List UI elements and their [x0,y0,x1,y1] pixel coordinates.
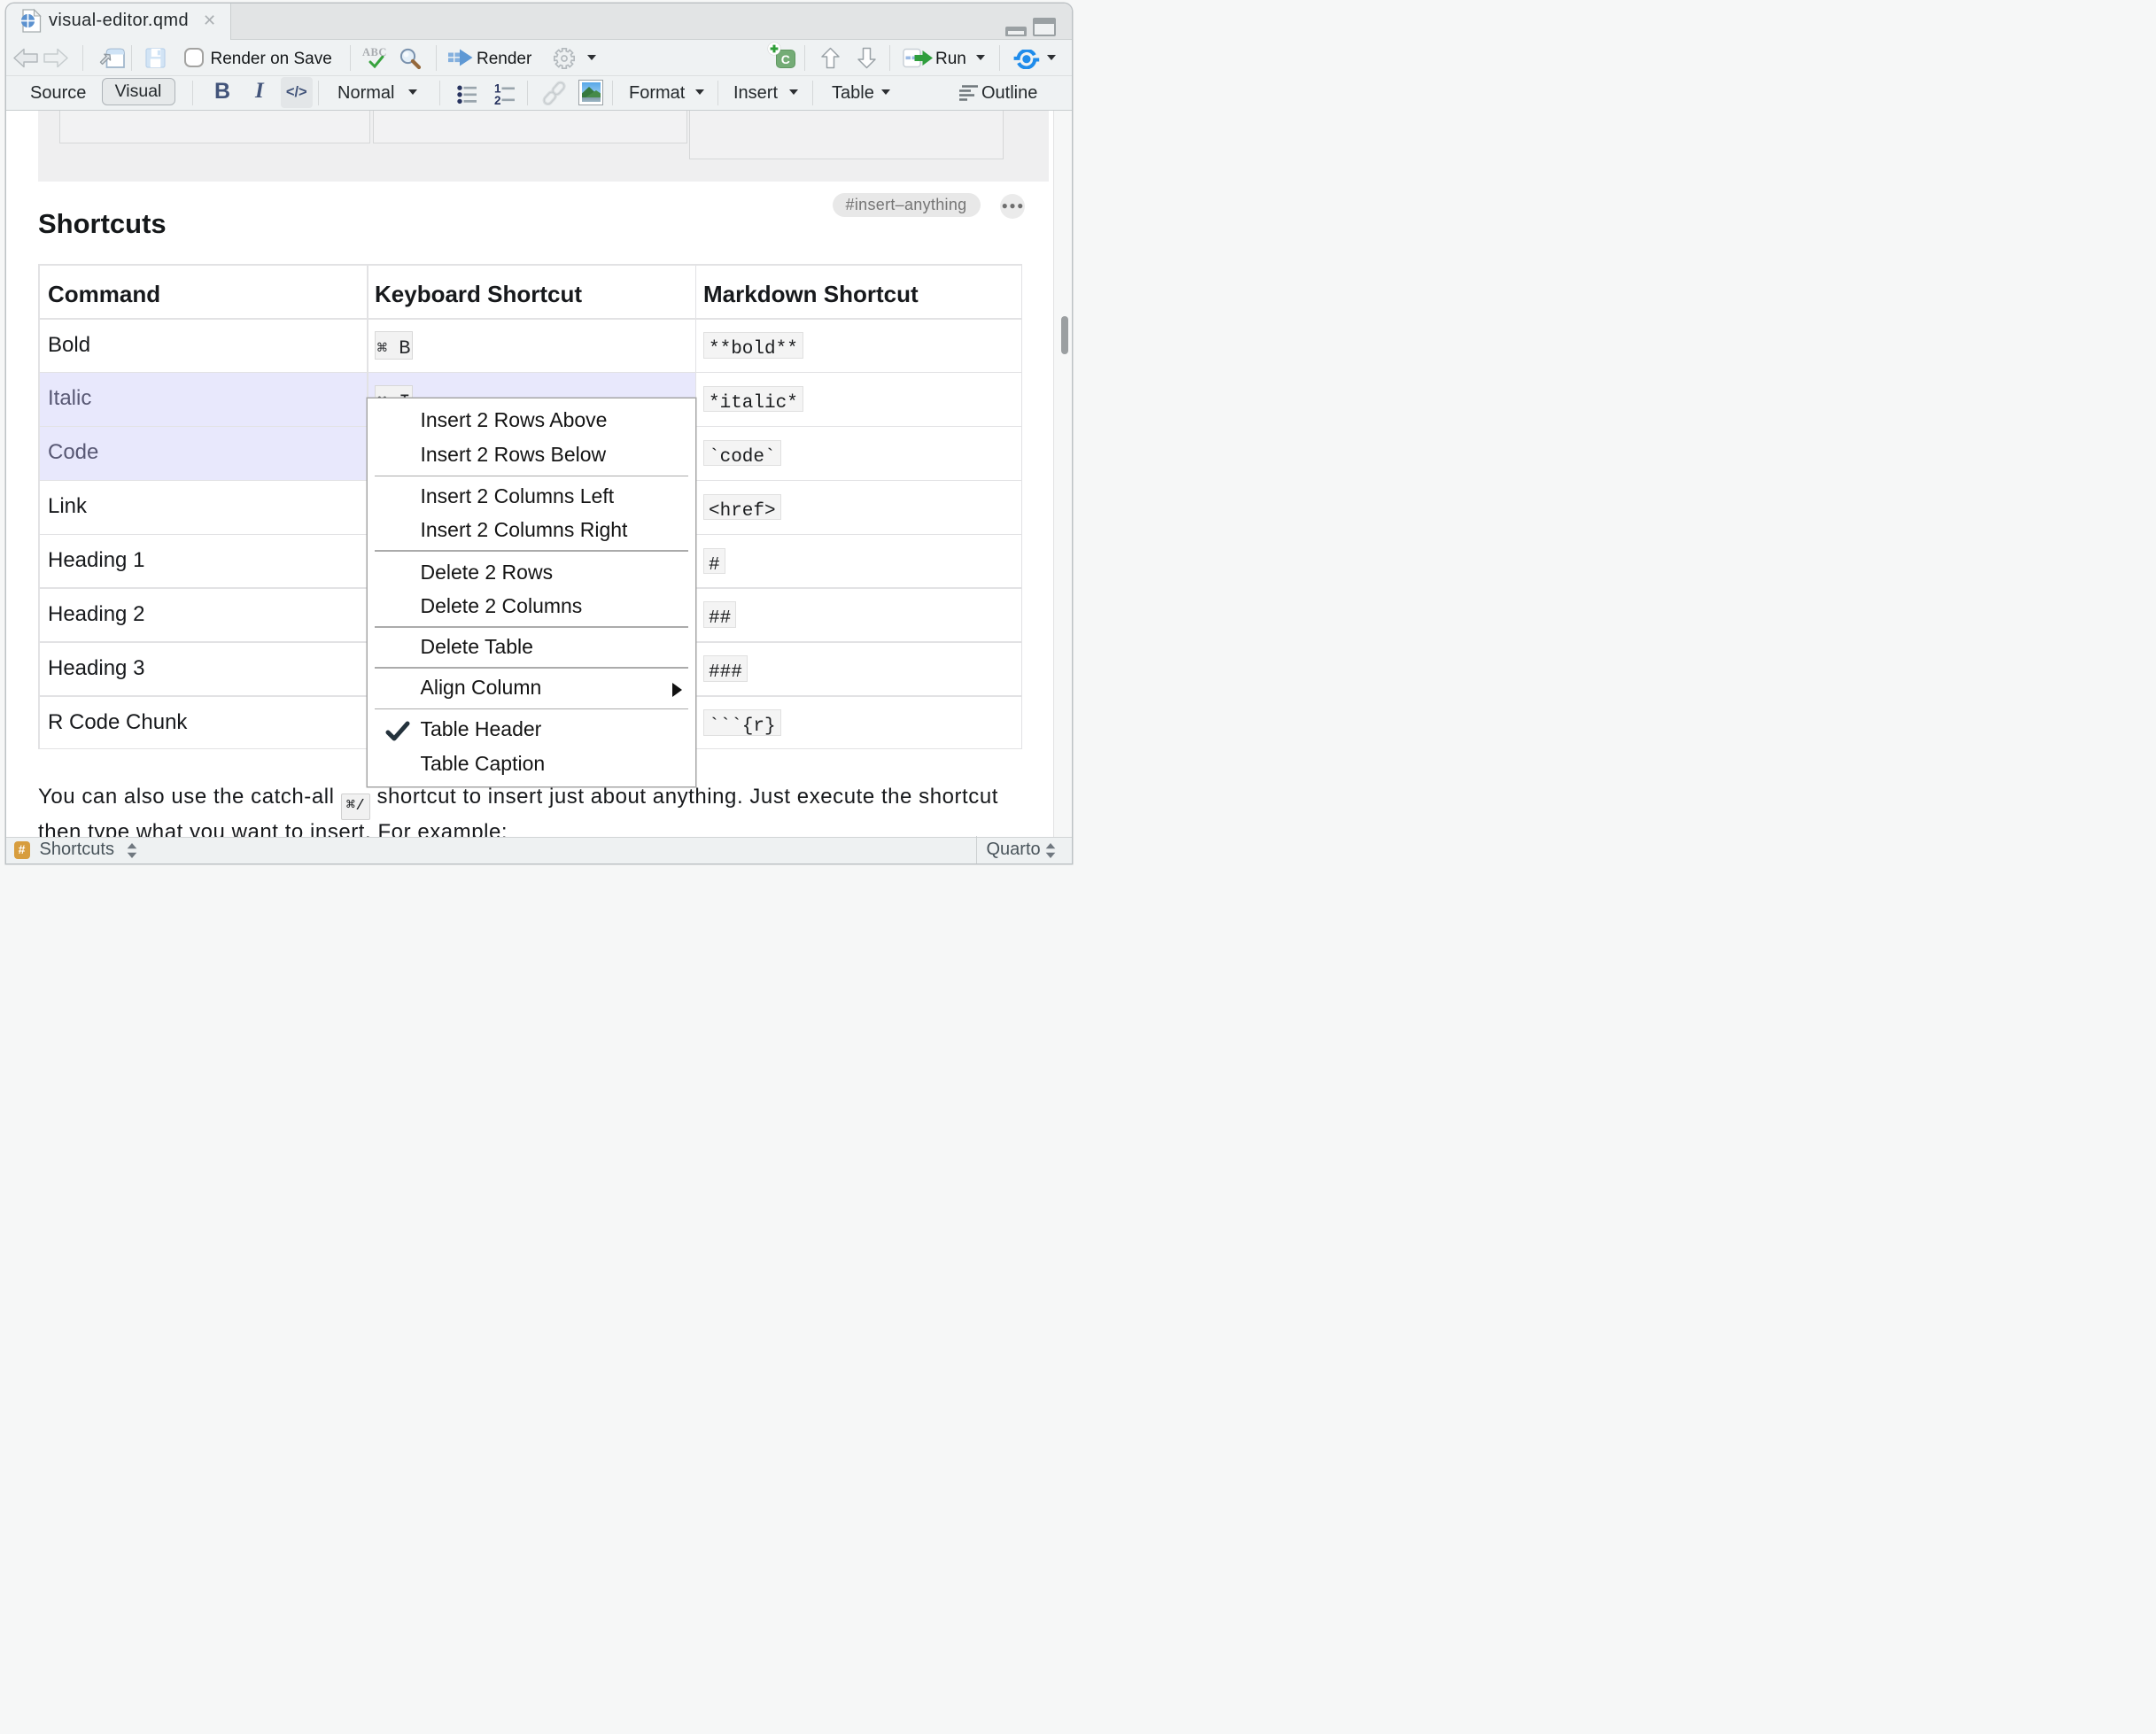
svg-text:2: 2 [494,94,501,105]
